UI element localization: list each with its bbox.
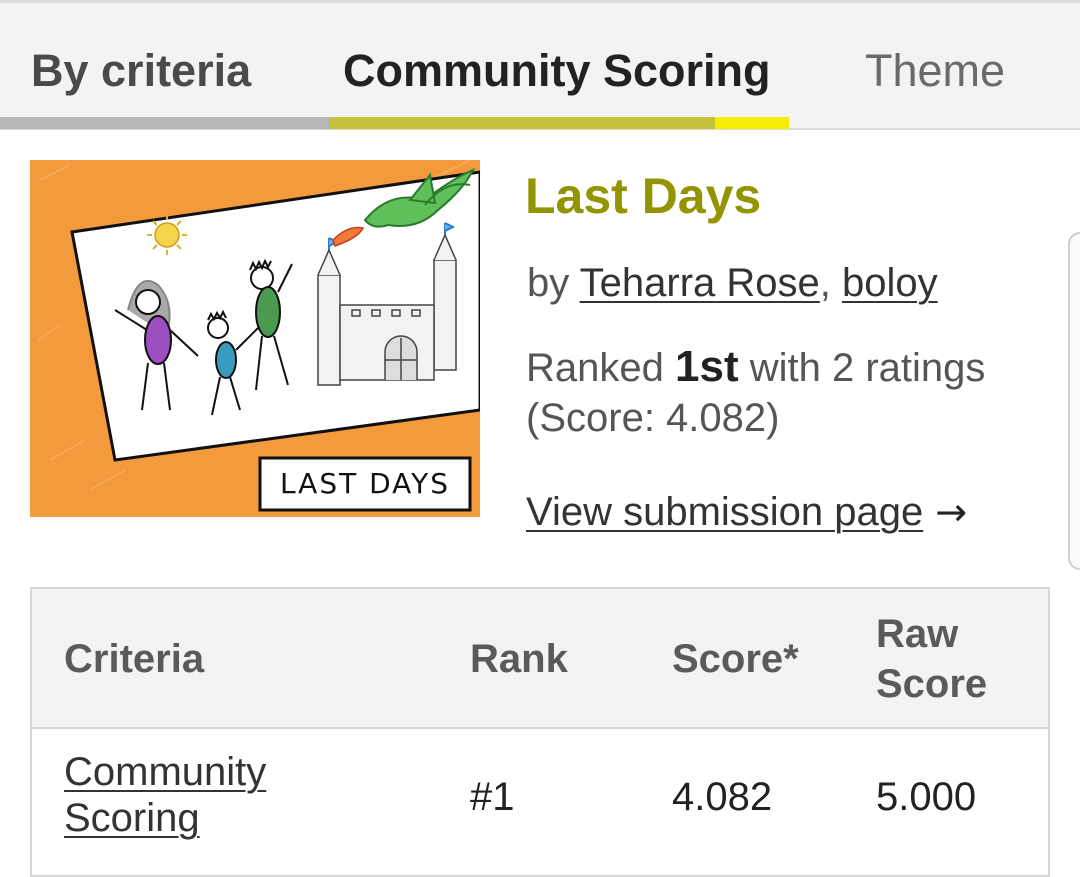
criteria-line2[interactable]: Scoring: [64, 796, 200, 840]
criteria-link-community-scoring[interactable]: Community Scoring: [64, 749, 364, 841]
author-link-teharra-rose[interactable]: Teharra Rose: [580, 261, 820, 305]
view-submission-label[interactable]: View submission page: [526, 490, 923, 534]
cover-caption: LAST DAYS: [280, 467, 450, 500]
author-separator: ,: [819, 261, 831, 305]
ranking-summary: Ranked 1st with 2 ratings (Score: 4.082): [526, 342, 1046, 443]
byline-prefix: by: [527, 261, 570, 305]
tab-community-scoring[interactable]: Community Scoring: [343, 41, 771, 101]
score-summary: (Score: 4.082): [526, 396, 780, 440]
tab-theme[interactable]: Theme: [865, 41, 1005, 101]
header-raw-line2: Score: [876, 662, 988, 706]
tab-by-criteria[interactable]: By criteria: [31, 41, 251, 101]
header-raw-score: Raw Score: [876, 609, 1046, 709]
rank-value: 1st: [675, 342, 739, 391]
entry-title: Last Days: [525, 168, 762, 224]
row-rank: #1: [470, 775, 515, 819]
header-rank: Rank: [470, 637, 568, 681]
tab-underline: [0, 117, 329, 129]
game-cover-image[interactable]: LAST DAYS: [30, 160, 480, 517]
row-score: 4.082: [672, 775, 773, 819]
criteria-line1[interactable]: Community: [64, 750, 266, 794]
header-criteria: Criteria: [64, 637, 205, 681]
table-header: Criteria Rank Score* Raw Score: [32, 589, 1048, 729]
byline: by Teharra Rose, boloy: [527, 260, 938, 306]
view-submission-link[interactable]: View submission page →: [526, 488, 967, 536]
row-raw-score: 5.000: [876, 775, 977, 819]
author-link-boloy[interactable]: boloy: [842, 261, 938, 305]
active-tab-underline-highlight: [715, 117, 789, 129]
results-table: Criteria Rank Score* Raw Score Community…: [30, 587, 1050, 877]
tab-bar: By criteria Community Scoring Theme: [0, 0, 1080, 130]
arrow-right-icon: →: [935, 490, 968, 534]
ratings-count: with 2 ratings: [749, 346, 986, 390]
header-score: Score*: [672, 637, 799, 681]
active-tab-underline: [329, 117, 715, 129]
ranked-prefix: Ranked: [526, 346, 664, 390]
scroll-handle[interactable]: [1068, 232, 1080, 570]
header-raw-line1: Raw: [876, 612, 959, 656]
